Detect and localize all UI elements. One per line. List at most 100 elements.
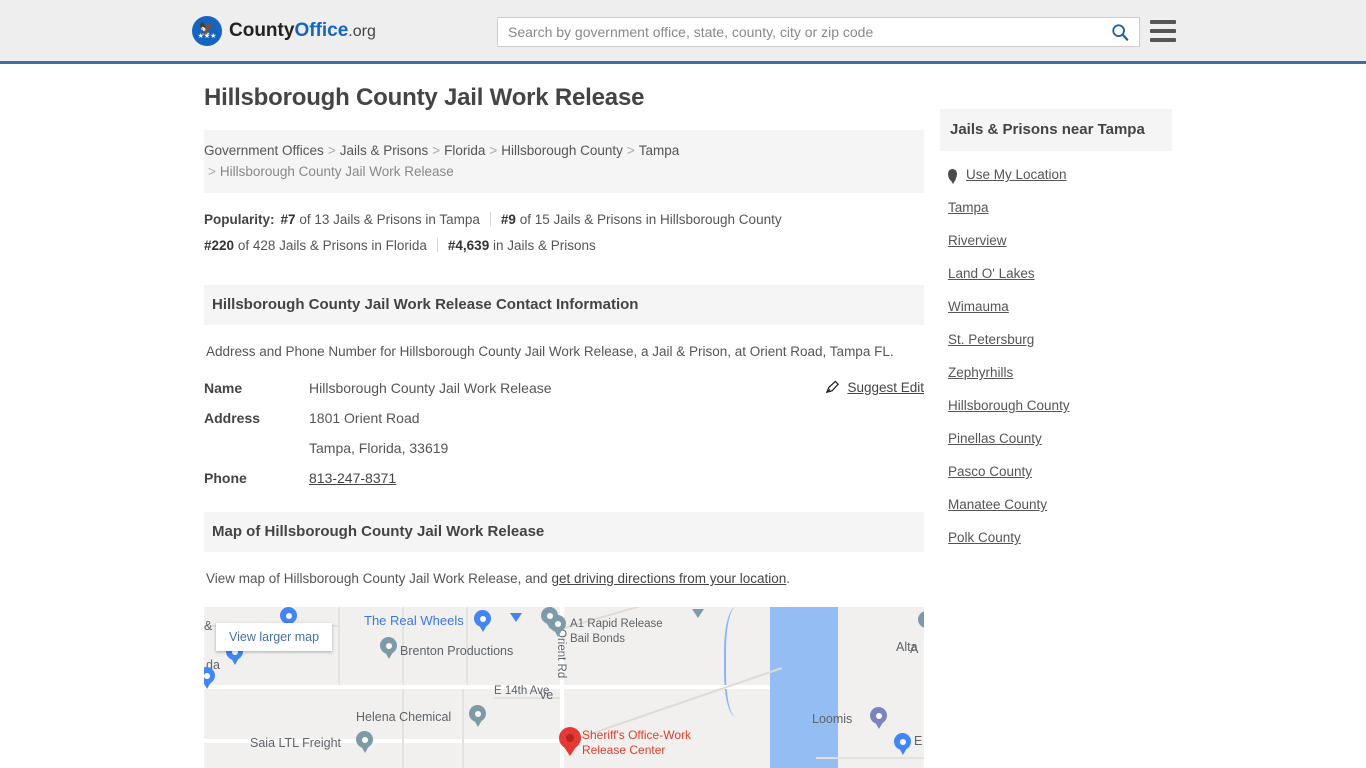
map-section-header: Map of Hillsborough County Jail Work Rel… [204,512,924,552]
breadcrumb-item-current: Hillsborough County Jail Work Release [219,164,454,179]
sidebar-item-label[interactable]: St. Petersburg [948,332,1034,347]
map-pin-saia[interactable] [356,731,373,748]
breadcrumb-separator: > [489,143,498,158]
popularity-text: in Jails & Prisons [492,238,596,253]
popularity-item-national: #4,639 in Jails & Prisons [448,238,596,253]
map-pin-brenton[interactable] [380,637,397,654]
search-button[interactable] [1107,23,1139,41]
map-pin-poi[interactable] [894,733,911,750]
map-label-brenton: Brenton Productions [400,644,514,658]
map-pin-icon [948,168,957,181]
logo-text: CountyOffice.org [229,20,376,42]
sidebar-item-tampa[interactable]: Tampa [940,200,1172,215]
sidebar-item-label[interactable]: Tampa [948,200,989,215]
sidebar-list: Use My Location Tampa Riverview Land O' … [940,167,1172,545]
map-road-e14th [204,685,770,689]
breadcrumb-item-florida[interactable]: Florida [444,143,485,158]
sidebar-item-label[interactable]: Polk County [948,530,1021,545]
sidebar-item-label[interactable]: Manatee County [948,497,1047,512]
sidebar-item-zephyrhills[interactable]: Zephyrhills [940,365,1172,380]
map-label-sheriff: Sheriff's Office-Work [582,728,691,742]
map-arrow-marker [510,613,522,622]
info-row-address: Address 1801 Orient Road [204,410,924,426]
map-water-body [770,607,838,768]
map-label-a1-rapid: A1 Rapid Release [570,618,663,630]
map-pin-loomis[interactable] [870,707,887,724]
suggest-edit-label: Suggest Edit [847,380,924,395]
breadcrumb-item-government-offices[interactable]: Government Offices [204,143,324,158]
contact-section-header: Hillsborough County Jail Work Release Co… [204,285,924,325]
map-pin-poi[interactable] [280,607,297,624]
popularity-item-florida: #220 of 428 Jails & Prisons in Florida [204,238,427,253]
hamburger-menu-icon[interactable] [1150,20,1176,42]
sidebar-item-wimauma[interactable]: Wimauma [940,299,1172,314]
sidebar-item-use-my-location[interactable]: Use My Location [940,167,1172,182]
breadcrumb-item-tampa[interactable]: Tampa [639,143,680,158]
pin-dot [566,734,574,742]
map-minor-road [462,689,464,768]
sidebar-item-polk-county[interactable]: Polk County [940,530,1172,545]
info-row-city-state-zip: Tampa, Florida, 33619 [204,440,924,456]
view-larger-map-button[interactable]: View larger map [216,623,333,651]
phone-link[interactable]: 813-247-8371 [309,470,396,486]
pin-dot [285,612,292,619]
map-minor-road [338,607,340,685]
map-label-a1-rapid-2: Bail Bonds [570,633,625,645]
pin-dot [875,712,882,719]
sidebar-item-label[interactable]: Pinellas County [948,431,1042,446]
sidebar-item-st-petersburg[interactable]: St. Petersburg [940,332,1172,347]
popularity-rank: #220 [204,238,235,253]
suggest-edit-button[interactable]: Suggest Edit [825,380,924,395]
sidebar-item-label[interactable]: Use My Location [966,167,1067,182]
map-pin-helena[interactable] [469,705,486,722]
sidebar-item-label[interactable]: Wimauma [948,299,1009,314]
sidebar-item-hillsborough-county[interactable]: Hillsborough County [940,398,1172,413]
map-pin-poi[interactable] [474,610,491,627]
pin-dot [899,738,906,745]
logo-text-org: .org [348,22,376,40]
breadcrumb-item-jails-prisons[interactable]: Jails & Prisons [340,143,429,158]
site-logo[interactable]: 🦅 ★★★ CountyOffice.org [192,15,376,46]
info-label: Name [204,380,243,396]
eagle-seal-icon: 🦅 ★★★ [192,15,222,46]
site-header: 🦅 ★★★ CountyOffice.org [0,0,1366,64]
pin-dot [479,615,486,622]
info-row-name: Name Hillsborough County Jail Work Relea… [204,380,924,396]
map-minor-road [816,757,924,759]
map-embed[interactable]: The Real Wheels Brenton Productions A1 R… [204,607,924,768]
popularity-rank: #4,639 [447,238,490,253]
breadcrumb-item-hillsborough-county[interactable]: Hillsborough County [501,143,623,158]
map-label-loomis: Loomis [812,712,853,726]
search-input[interactable] [498,18,1107,46]
sidebar-item-land-o-lakes[interactable]: Land O' Lakes [940,266,1172,281]
sidebar-item-label[interactable]: Riverview [948,233,1007,248]
sidebar-header: Jails & Prisons near Tampa [940,109,1172,151]
contact-section-description: Address and Phone Number for Hillsboroug… [206,344,894,359]
map-label-saia: Saia LTL Freight [250,736,342,750]
map-arrow-marker [692,609,704,618]
pin-dot [474,710,481,717]
driving-directions-link[interactable]: get driving directions from your locatio… [551,571,786,586]
map-pin-poi[interactable] [204,667,215,684]
map-label-ve: ve [540,688,554,702]
sidebar-item-label[interactable]: Pasco County [948,464,1032,479]
sidebar-item-label[interactable]: Hillsborough County [948,398,1070,413]
pin-dot [923,616,924,623]
map-pin-primary-location[interactable] [559,727,581,749]
pin-dot [361,736,368,743]
sidebar-item-pasco-county[interactable]: Pasco County [940,464,1172,479]
sidebar-item-riverview[interactable]: Riverview [940,233,1172,248]
sidebar-item-manatee-county[interactable]: Manatee County [940,497,1172,512]
map-label-real-wheels: The Real Wheels [364,613,464,628]
info-value-phone: 813-247-8371 [309,470,396,486]
sidebar-item-label[interactable]: Land O' Lakes [948,266,1035,281]
info-value-name: Hillsborough County Jail Work Release [309,380,552,396]
popularity-rankings: Popularity: #7 of 13 Jails & Prisons in T… [204,207,924,259]
map-pin-poi[interactable] [918,611,924,628]
contact-info-table: Suggest Edit Name Hillsborough County Ja… [204,380,924,486]
info-value-city-state-zip: Tampa, Florida, 33619 [309,440,449,456]
popularity-text: of 428 Jails & Prisons in Florida [237,238,427,253]
sidebar-item-label[interactable]: Zephyrhills [948,365,1013,380]
map-label-e: E [914,734,923,748]
sidebar-item-pinellas-county[interactable]: Pinellas County [940,431,1172,446]
